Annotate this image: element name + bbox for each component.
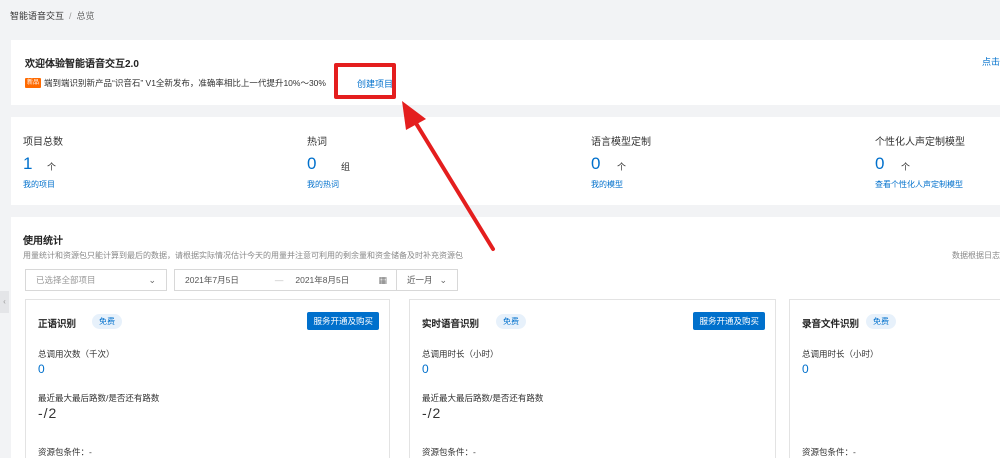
range-select[interactable]: 近一月 ⌄ <box>396 269 458 291</box>
stat-value: 1 <box>23 154 33 173</box>
project-select-value: 已选择全部项目 <box>36 275 96 285</box>
breadcrumb-current: 总览 <box>76 11 95 21</box>
breadcrumb-root[interactable]: 智能语音交互 <box>10 11 64 21</box>
resource-package-label: 资源包条件：- <box>802 447 856 457</box>
breadcrumb-separator: / <box>69 11 72 21</box>
metric-value: 0 <box>802 362 809 376</box>
stat-link-voice-models[interactable]: 查看个性化人声定制模型 <box>875 179 963 190</box>
usage-description: 用量统计和资源包只能计算到最后的数据，请根据实际情况估计今天的用量并注意可利用的… <box>23 251 463 260</box>
service-purchase-button[interactable]: 服务开通及购买 <box>693 312 765 330</box>
stat-label: 语言模型定制 <box>591 137 651 148</box>
stat-label: 热词 <box>307 137 327 148</box>
metric-label: 最近最大最后路数/是否还有路数 <box>422 393 544 403</box>
date-separator: — <box>274 275 284 285</box>
metric-value: -/2 <box>422 405 442 421</box>
metric-value: -/2 <box>38 405 58 421</box>
chevron-left-icon[interactable]: ‹ <box>0 291 9 313</box>
stat-value: 0 <box>591 154 601 173</box>
free-badge: 免费 <box>496 314 526 329</box>
metric-label: 总调用次数（千次） <box>38 349 115 359</box>
chevron-down-icon: ⌄ <box>148 274 156 285</box>
annotation-highlight-box <box>334 63 396 99</box>
date-range-picker[interactable]: 2021年7月5日 — 2021年8月5日 ▦ <box>174 269 398 291</box>
service-name: 正语识别 <box>38 319 77 330</box>
service-name: 录音文件识别 <box>802 319 860 330</box>
chevron-down-icon: ⌄ <box>439 274 447 285</box>
stat-unit: 个 <box>617 162 627 172</box>
stat-unit: 个 <box>901 162 911 172</box>
welcome-right-link[interactable]: 点击 <box>982 55 1000 68</box>
stat-unit: 组 <box>341 162 351 172</box>
free-badge: 免费 <box>866 314 896 329</box>
stat-link-my-hotwords[interactable]: 我的热词 <box>307 179 339 190</box>
date-end: 2021年8月5日 <box>295 275 350 285</box>
service-card-realtime: 实时语音识别 免费 服务开通及购买 总调用时长（小时） 0 最近最大最后路数/是… <box>409 299 776 458</box>
metric-label: 总调用时长（小时） <box>802 349 879 359</box>
stat-link-my-projects[interactable]: 我的项目 <box>23 179 55 190</box>
usage-title: 使用统计 <box>23 236 63 247</box>
welcome-title: 欢迎体验智能语音交互2.0 <box>25 59 139 70</box>
welcome-card: 欢迎体验智能语音交互2.0 点击 新品 端到端识别新产品“识音石” V1全新发布… <box>11 40 1000 105</box>
project-select[interactable]: 已选择全部项目 ⌄ <box>25 269 167 291</box>
service-card-asr: 正语识别 免费 服务开通及购买 总调用次数（千次） 0 最近最大最后路数/是否还… <box>25 299 390 458</box>
stat-label: 个性化人声定制模型 <box>875 137 965 148</box>
metric-value: 0 <box>422 362 429 376</box>
resource-package-label: 资源包条件：- <box>38 447 92 457</box>
metric-label: 最近最大最后路数/是否还有路数 <box>38 393 160 403</box>
metric-value: 0 <box>38 362 45 376</box>
stat-link-my-models[interactable]: 我的模型 <box>591 179 623 190</box>
stat-unit: 个 <box>47 162 57 172</box>
metric-label: 总调用时长（小时） <box>422 349 499 359</box>
news-text: 端到端识别新产品“识音石” V1全新发布，准确率相比上一代提升10%～30% <box>44 78 326 88</box>
service-purchase-button[interactable]: 服务开通及购买 <box>307 312 379 330</box>
usage-card: 使用统计 用量统计和资源包只能计算到最后的数据，请根据实际情况估计今天的用量并注… <box>11 217 1000 458</box>
range-select-value: 近一月 <box>407 275 433 285</box>
stats-card: 项目总数 1 个 我的项目 热词 0 组 我的热词 语言模型定制 0 个 我的模… <box>11 117 1000 205</box>
stat-value: 0 <box>875 154 885 173</box>
usage-right-note: 数据根据日志 <box>952 251 1000 260</box>
new-tag: 新品 <box>25 78 42 88</box>
breadcrumb: 智能语音交互 / 总览 <box>10 9 95 22</box>
resource-package-label: 资源包条件：- <box>422 447 476 457</box>
free-badge: 免费 <box>92 314 122 329</box>
date-start: 2021年7月5日 <box>185 275 239 285</box>
news-banner: 新品 端到端识别新产品“识音石” V1全新发布，准确率相比上一代提升10%～30… <box>25 77 326 89</box>
stat-label: 项目总数 <box>23 137 63 148</box>
calendar-icon[interactable]: ▦ <box>378 275 387 286</box>
service-name: 实时语音识别 <box>422 319 480 330</box>
service-card-recording: 录音文件识别 免费 总调用时长（小时） 0 资源包条件：- <box>789 299 1000 458</box>
stat-value: 0 <box>307 154 317 173</box>
